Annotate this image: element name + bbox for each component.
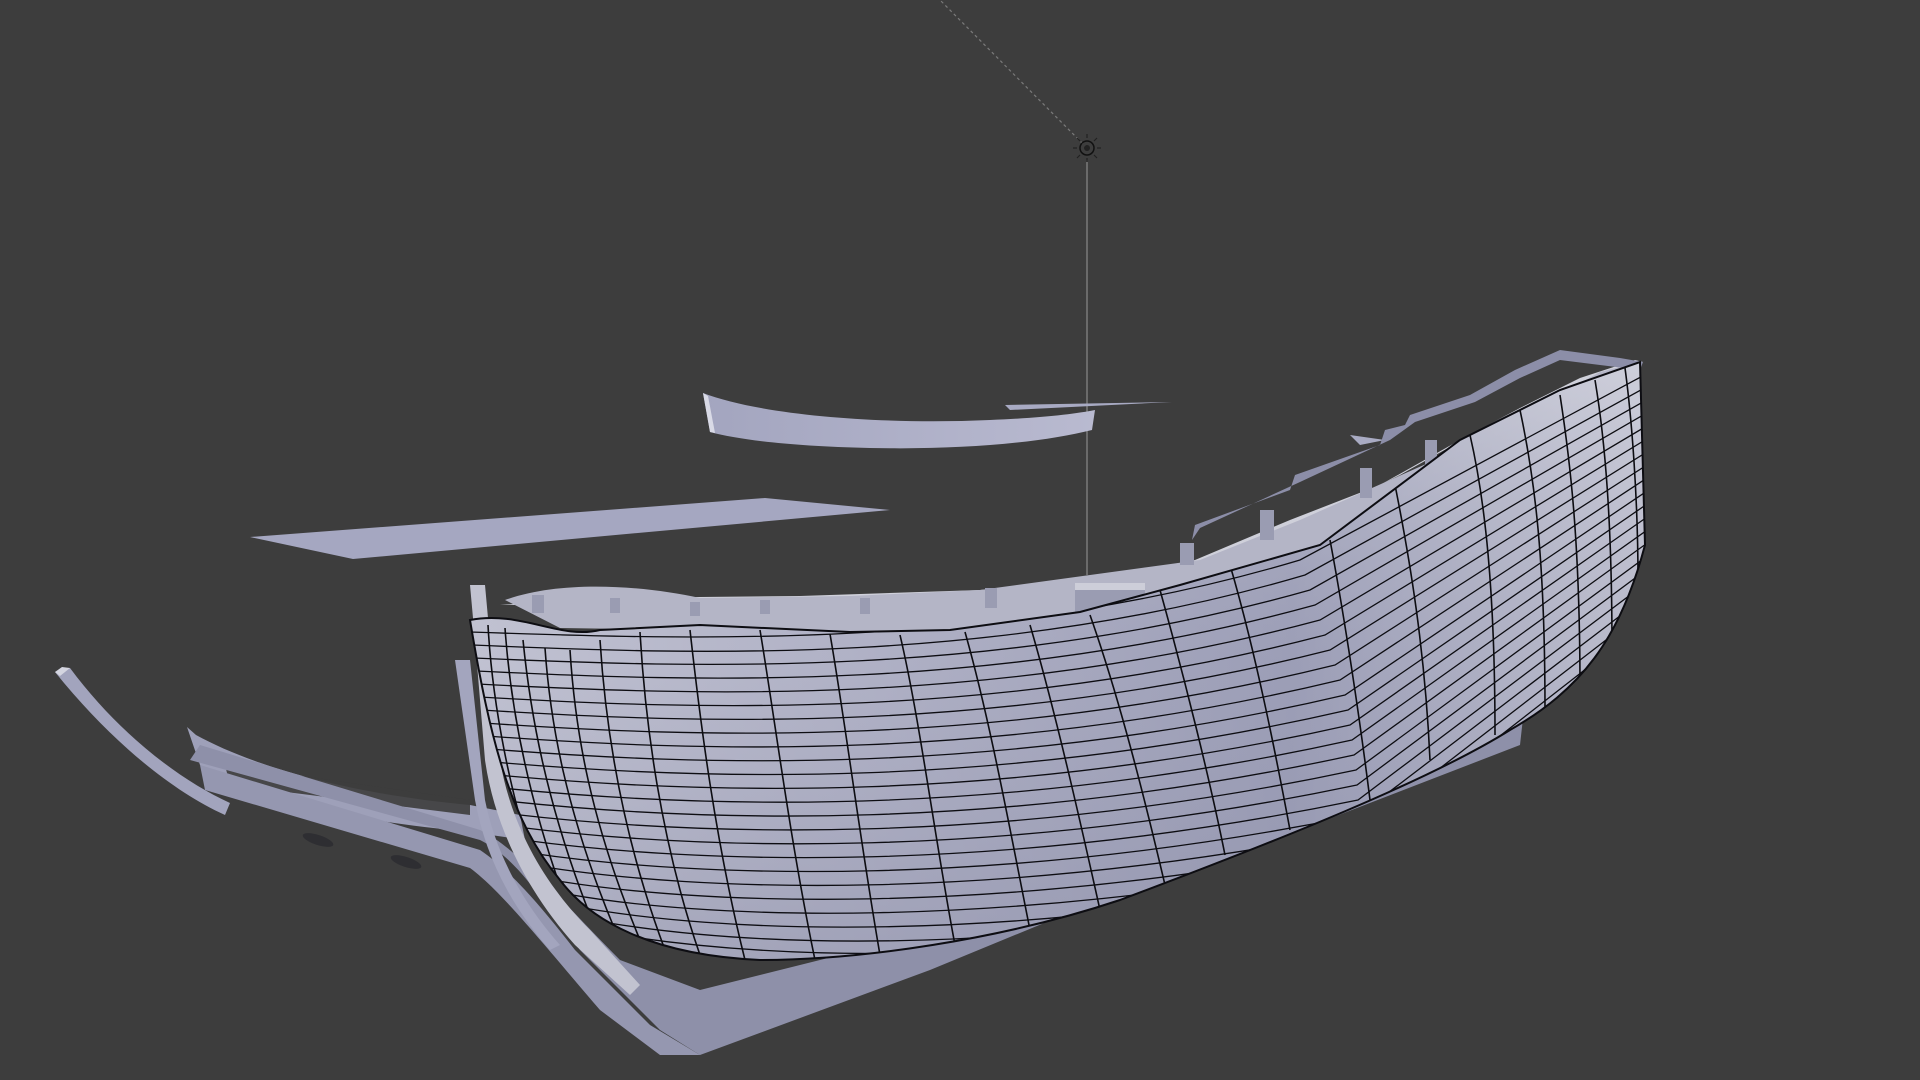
lamp-light-icon[interactable] xyxy=(939,0,1101,575)
3d-viewport[interactable] xyxy=(0,0,1920,1080)
plank-top-mesh[interactable] xyxy=(703,393,1172,449)
scene-canvas[interactable] xyxy=(0,0,1920,1080)
deck-shard-mesh[interactable] xyxy=(1350,435,1385,445)
hull-mesh[interactable] xyxy=(468,350,1650,966)
plank-long-mesh[interactable] xyxy=(250,498,890,559)
